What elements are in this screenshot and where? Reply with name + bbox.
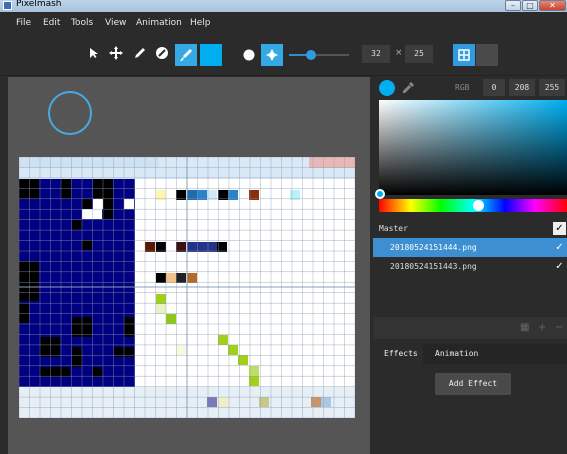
blue-field[interactable]: 255 (539, 79, 565, 96)
layer-name: 20180524151444.png (390, 243, 477, 252)
window-title: Pixelmash (16, 0, 62, 9)
layer-row-master[interactable]: Master (373, 219, 567, 238)
tab-animation[interactable]: Animation (435, 349, 478, 358)
brush-size-slider[interactable] (289, 54, 349, 56)
layer-visibility-checkbox[interactable]: ✓ (553, 241, 566, 254)
move-icon[interactable] (105, 42, 127, 64)
menu-tools[interactable]: Tools (71, 18, 93, 28)
eraser-icon[interactable] (151, 42, 173, 64)
pen-icon[interactable] (128, 42, 150, 64)
duplicate-layer-icon[interactable]: ▦ (520, 322, 529, 333)
minimize-button[interactable]: – (505, 0, 521, 11)
round-brush-icon[interactable] (238, 44, 260, 66)
scatter-brush-icon[interactable] (261, 44, 283, 66)
menu-help[interactable]: Help (190, 18, 211, 28)
menu-file[interactable]: File (16, 18, 31, 28)
hue-slider-handle[interactable] (473, 200, 484, 211)
layer-name: 20180524151443.png (390, 262, 477, 271)
layer-visibility-checkbox[interactable]: ✓ (553, 260, 566, 273)
app-window: Pixelmash – □ ✕ File Edit Tools View Ani… (0, 0, 567, 454)
brush-preview-circle (48, 91, 92, 135)
green-field[interactable]: 208 (509, 79, 535, 96)
menu-animation[interactable]: Animation (136, 18, 182, 28)
menu-edit[interactable]: Edit (43, 18, 60, 28)
current-color-preview (379, 80, 395, 96)
menu-bar: File Edit Tools View Animation Help (0, 12, 567, 34)
layer-row[interactable]: 20180524151443.png (373, 257, 567, 276)
title-bar: Pixelmash – □ ✕ (0, 0, 567, 12)
grid-toggle-icon[interactable] (453, 44, 475, 66)
remove-layer-icon[interactable]: − (555, 322, 563, 333)
layer-row[interactable]: 20180524151444.png (373, 238, 567, 257)
tab-effects[interactable]: Effects (384, 349, 418, 358)
app-logo-icon (3, 1, 12, 10)
sv-picker-handle[interactable] (375, 189, 385, 199)
pixel-canvas[interactable] (18, 156, 356, 419)
height-field[interactable]: 25 (405, 45, 433, 63)
close-button[interactable]: ✕ (539, 0, 566, 11)
size-separator: × (395, 48, 403, 58)
brush-icon[interactable] (175, 44, 197, 66)
add-layer-icon[interactable]: + (538, 322, 546, 333)
layer-name: Master (379, 224, 408, 233)
saturation-value-picker[interactable] (379, 100, 567, 195)
menu-view[interactable]: View (105, 18, 126, 28)
width-field[interactable]: 32 (362, 45, 390, 63)
red-field[interactable]: 0 (483, 79, 505, 96)
tile-toggle-button[interactable] (476, 44, 498, 66)
rgb-label: RGB (455, 83, 470, 92)
add-effect-button[interactable]: Add Effect (435, 373, 511, 395)
brush-color-swatch[interactable] (200, 44, 222, 66)
eyedropper-icon[interactable] (401, 80, 415, 99)
layer-visibility-checkbox[interactable]: ✓ (553, 222, 566, 235)
brush-size-thumb[interactable] (306, 50, 316, 60)
maximize-button[interactable]: □ (522, 0, 538, 11)
select-arrow-icon[interactable] (83, 42, 105, 64)
